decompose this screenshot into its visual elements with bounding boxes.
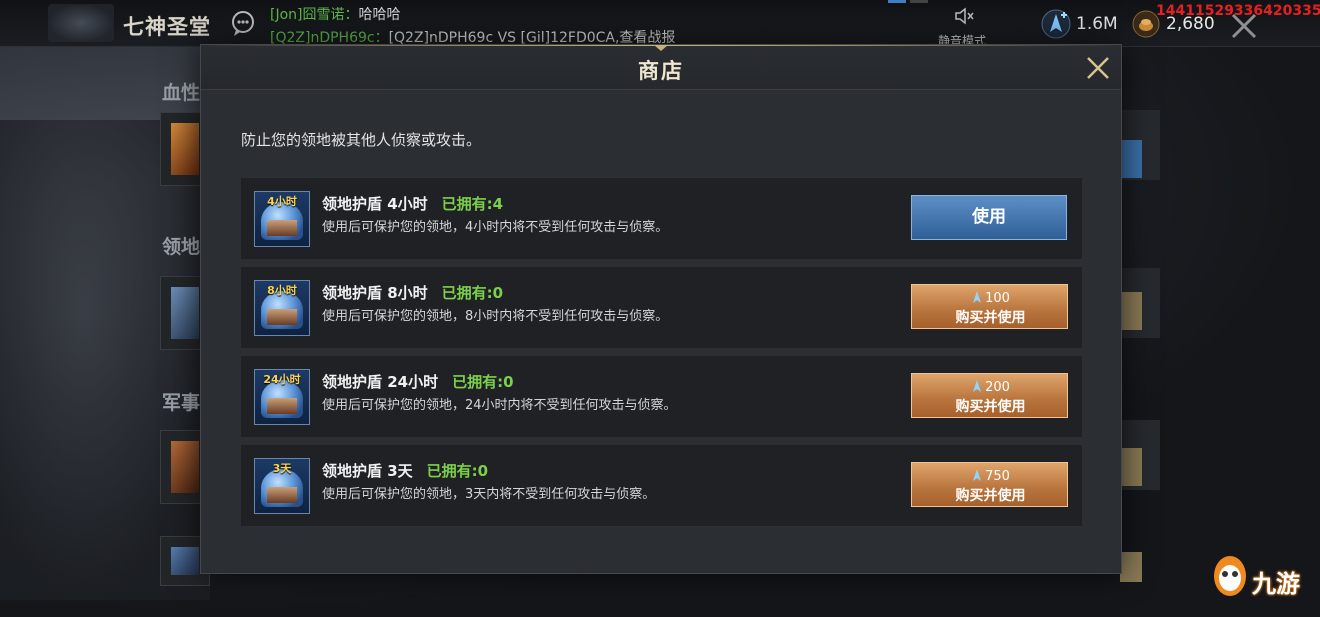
bg-side-button <box>1120 552 1142 582</box>
shield-dome-icon: 4小时 <box>254 191 310 247</box>
site-watermark: 九游 <box>1210 550 1320 610</box>
duration-tag: 4小时 <box>267 195 297 208</box>
duration-tag: 3天 <box>272 462 292 475</box>
shop-item-row: 24小时 领地护盾 24小时 已拥有:0 使用后可保护您的领地，24小时内将不受到… <box>241 356 1082 437</box>
shield-dome-icon: 3天 <box>254 458 310 514</box>
dialog-title: 商店 <box>638 58 684 83</box>
price-amount: 750 <box>985 469 1010 484</box>
gem-icon <box>973 469 982 481</box>
owned-count: 已拥有:0 <box>441 284 504 302</box>
bg-section-label: 血性 <box>162 82 201 104</box>
item-description: 使用后可保护您的领地，4小时内将不受到任何攻击与侦察。 <box>322 220 669 235</box>
shop-item-row: 4小时 领地护盾 4小时 已拥有:4 使用后可保护您的领地，4小时内将不受到任何攻… <box>241 178 1082 259</box>
item-name: 领地护盾 8小时 已拥有:0 <box>322 282 503 303</box>
shield-dome-icon: 24小时 <box>254 369 310 425</box>
buy-and-use-button[interactable]: 750 购买并使用 <box>911 462 1068 507</box>
buy-and-use-button[interactable]: 100 购买并使用 <box>911 284 1068 329</box>
owned-count: 已拥有:0 <box>452 373 514 391</box>
chat-text: 哈哈哈 <box>358 7 401 23</box>
realm-emblem <box>48 4 114 42</box>
chat-bubble-icon[interactable] <box>228 9 258 39</box>
crystal-amount: 1.6M <box>1076 14 1118 34</box>
background-scenery <box>0 120 210 600</box>
price: 100 <box>912 290 1069 306</box>
owned-count: 已拥有:0 <box>426 462 489 480</box>
duration-tag: 8小时 <box>267 284 297 297</box>
bg-side-button <box>1120 140 1142 178</box>
buy-and-use-button[interactable]: 200 购买并使用 <box>911 373 1068 418</box>
item-title: 领地护盾 4小时 <box>322 195 428 213</box>
gem-icon <box>973 291 982 303</box>
item-name: 领地护盾 3天 已拥有:0 <box>322 460 488 481</box>
duration-tag: 24小时 <box>263 373 301 386</box>
use-button[interactable]: 使用 <box>911 195 1067 240</box>
bg-section-label: 军事 <box>162 392 201 414</box>
shield-dome-icon: 8小时 <box>254 280 310 336</box>
tab-indicator <box>888 0 906 3</box>
dialog-header: 商店 <box>201 45 1121 90</box>
buy-button-label: 购买并使用 <box>955 310 1026 326</box>
item-name: 领地护盾 24小时 已拥有:0 <box>322 371 514 392</box>
price-amount: 200 <box>985 380 1010 395</box>
dialog-description: 防止您的领地被其他人侦察或攻击。 <box>241 131 482 149</box>
speaker-mute-icon[interactable] <box>954 6 976 26</box>
item-description: 使用后可保护您的领地，24小时内将不受到任何攻击与侦察。 <box>322 398 677 413</box>
price: 200 <box>912 379 1069 395</box>
shop-item-row: 8小时 领地护盾 8小时 已拥有:0 使用后可保护您的领地，8小时内将不受到任何攻… <box>241 267 1082 348</box>
item-title: 领地护盾 8小时 <box>322 284 428 302</box>
bg-side-button <box>1120 448 1142 486</box>
top-bar: 七神圣堂 [Jon]囧雪诺：哈哈哈 [Q2Z]nDPH69c：[Q2Z]nDPH… <box>0 0 1320 48</box>
item-title: 领地护盾 24小时 <box>322 373 439 391</box>
owned-count: 已拥有:4 <box>441 195 504 213</box>
realm-title: 七神圣堂 <box>123 14 211 39</box>
shop-item-row: 3天 领地护盾 3天 已拥有:0 使用后可保护您的领地，3天内将不受到任何攻击与侦… <box>241 445 1082 526</box>
buy-button-label: 购买并使用 <box>955 488 1026 504</box>
item-title: 领地护盾 3天 <box>322 462 413 480</box>
user-id-watermark: 14411529336420335 <box>1156 3 1320 19</box>
header-ornament-notch <box>654 45 668 51</box>
price: 750 <box>912 468 1069 484</box>
chat-sender: [Jon]囧雪诺： <box>270 7 359 23</box>
bg-section-label: 领地 <box>162 236 201 258</box>
mascot-logo-icon <box>1214 556 1246 596</box>
watermark-text: 九游 <box>1252 570 1300 598</box>
shop-dialog: 商店 防止您的领地被其他人侦察或攻击。 4小时 领地护盾 4小时 已拥有:4 使用… <box>200 44 1122 574</box>
bg-side-button <box>1120 292 1142 330</box>
price-amount: 100 <box>985 291 1010 306</box>
chat-message[interactable]: [Jon]囧雪诺：哈哈哈 <box>270 4 401 24</box>
item-description: 使用后可保护您的领地，8小时内将不受到任何攻击与侦察。 <box>322 309 669 324</box>
tab-indicator <box>910 0 928 3</box>
crystal-resource-icon <box>1041 9 1071 39</box>
item-name: 领地护盾 4小时 已拥有:4 <box>322 193 503 214</box>
buy-button-label: 购买并使用 <box>955 399 1026 415</box>
close-icon[interactable] <box>1085 55 1111 81</box>
item-description: 使用后可保护您的领地，3天内将不受到任何攻击与侦察。 <box>322 487 656 502</box>
gem-icon <box>973 380 982 392</box>
